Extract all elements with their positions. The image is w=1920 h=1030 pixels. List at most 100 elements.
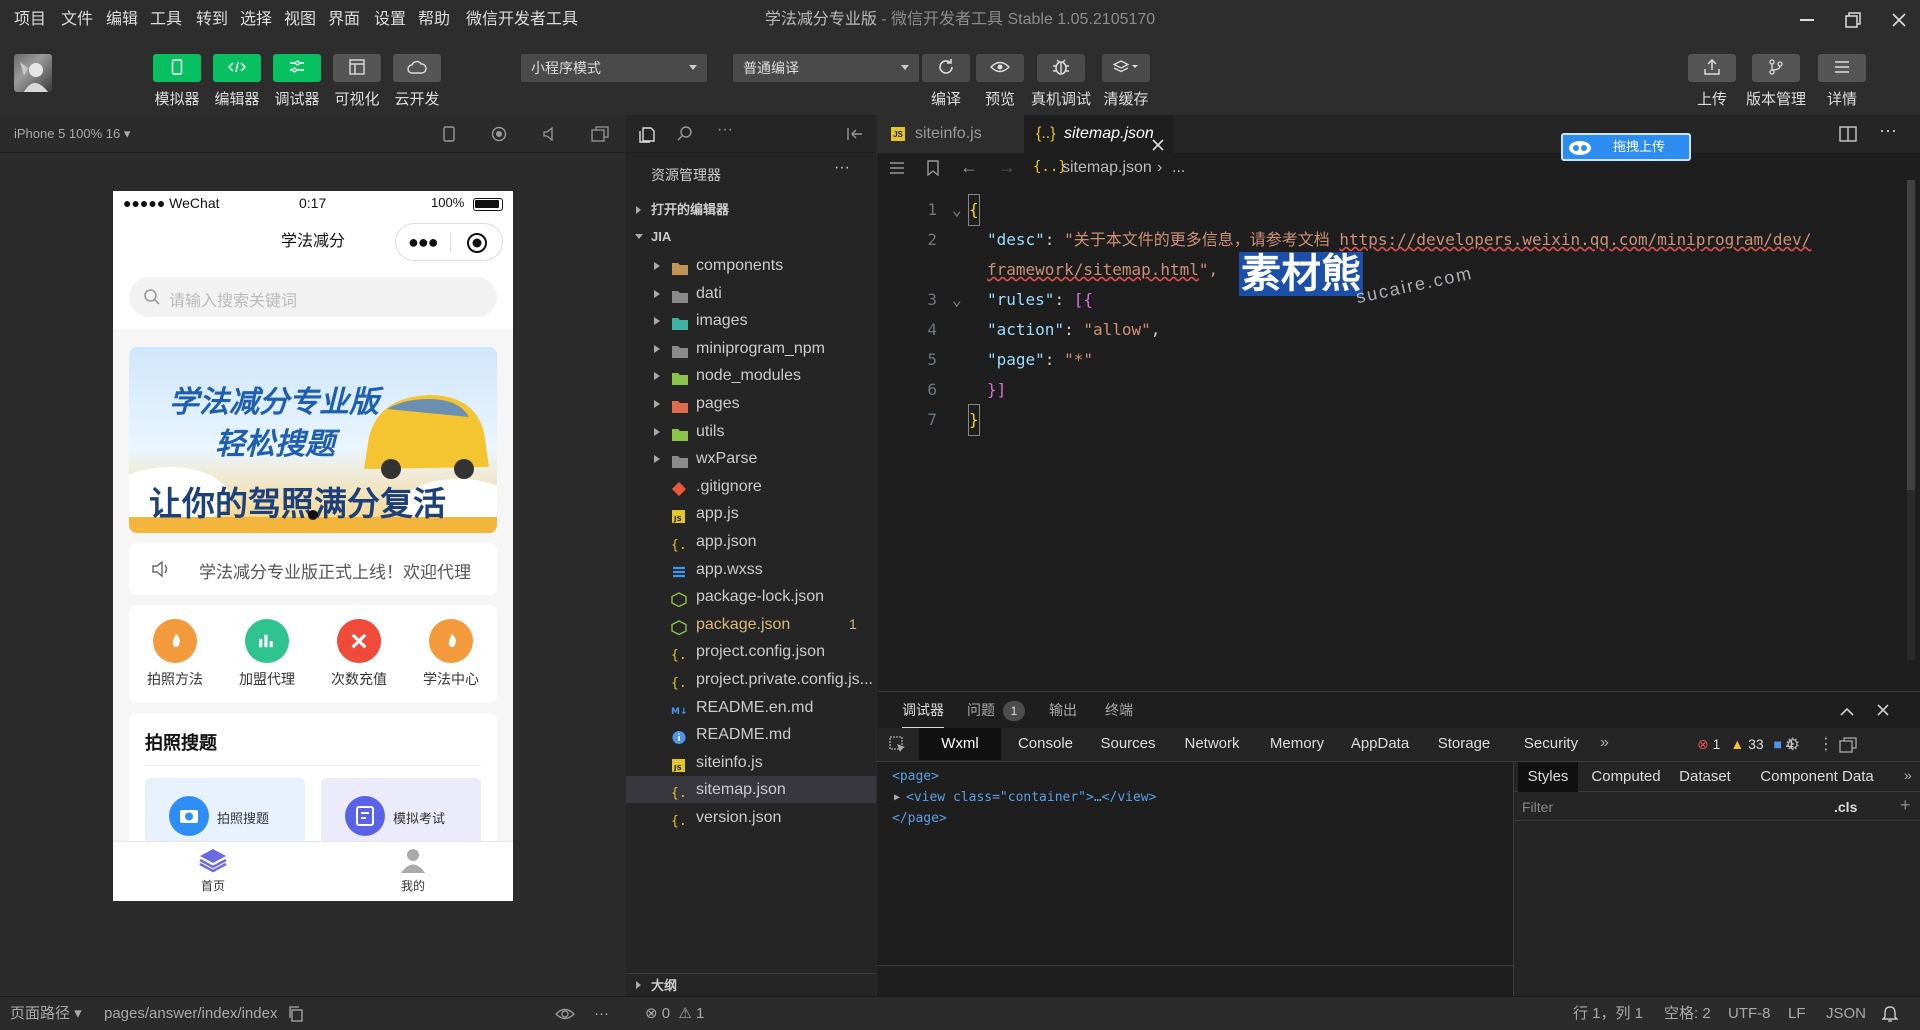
- bug-button[interactable]: [1037, 54, 1085, 82]
- menu-item[interactable]: 项目: [14, 0, 46, 40]
- notification-bell-icon[interactable]: [1881, 1005, 1899, 1026]
- wxml-view-node[interactable]: ▶ <view class="container">…</view>: [892, 787, 1156, 808]
- phone-toggle-icon[interactable]: [442, 126, 456, 145]
- folder-item[interactable]: utils: [626, 418, 876, 445]
- file-item[interactable]: app.wxss: [626, 556, 876, 583]
- add-rule-icon[interactable]: +: [1900, 795, 1911, 816]
- search-input[interactable]: 请输入搜索关键词: [129, 277, 497, 317]
- grid-item[interactable]: 加盟代理: [221, 615, 313, 695]
- files-icon[interactable]: [638, 125, 656, 146]
- panel-tab[interactable]: 终端: [1105, 692, 1133, 728]
- editor-scrollbar[interactable]: [1907, 180, 1915, 660]
- outline-section[interactable]: 大纲: [626, 973, 876, 996]
- inspect-icon[interactable]: [889, 736, 907, 757]
- devtools-tab-console[interactable]: Console: [1008, 728, 1083, 760]
- menu-item[interactable]: 微信开发者工具: [466, 0, 578, 40]
- encoding[interactable]: UTF-8: [1728, 997, 1771, 1030]
- settings-gear-icon[interactable]: ⚙: [1785, 735, 1800, 755]
- breadcrumb-symbol[interactable]: ...: [1172, 159, 1185, 177]
- devtools-tab-network[interactable]: Network: [1173, 728, 1251, 760]
- cls-toggle[interactable]: .cls: [1834, 799, 1857, 815]
- style-tab[interactable]: Computed: [1584, 762, 1668, 792]
- file-item[interactable]: JS siteinfo.js: [626, 749, 876, 776]
- branch-button[interactable]: [1752, 54, 1800, 82]
- menu-item[interactable]: 转到: [196, 0, 228, 40]
- menu-item[interactable]: 视图: [284, 0, 316, 40]
- folder-item[interactable]: miniprogram_npm: [626, 335, 876, 362]
- devtools-tab-wxml[interactable]: Wxml: [919, 728, 1001, 760]
- breadcrumb-file[interactable]: sitemap.json: [1062, 159, 1152, 177]
- debug-button[interactable]: [273, 54, 321, 82]
- more-actions-icon[interactable]: ···: [717, 121, 733, 139]
- layout-button[interactable]: [333, 54, 381, 82]
- code-button[interactable]: [213, 54, 261, 82]
- code-area[interactable]: 1 ⌄{ 2 "desc": "关于本文件的更多信息，请参考文档 https://…: [877, 194, 1920, 495]
- close-capsule-icon[interactable]: [466, 232, 488, 257]
- eye-button[interactable]: [976, 54, 1024, 82]
- wxml-tree[interactable]: <page> ▶ <view class="container">…</view>…: [892, 766, 1156, 829]
- menu-item[interactable]: 帮助: [418, 0, 450, 40]
- folder-item[interactable]: images: [626, 307, 876, 334]
- menu-item[interactable]: 工具: [150, 0, 182, 40]
- doc-link-1[interactable]: https://developers.weixin.qq.com/minipro…: [1339, 230, 1811, 249]
- menu-item[interactable]: 设置: [374, 0, 406, 40]
- collapse-panel-icon[interactable]: [846, 126, 864, 145]
- file-item[interactable]: {..} project.config.json: [626, 638, 876, 665]
- grid-item[interactable]: 次数充值: [313, 615, 405, 695]
- more-tabs-icon[interactable]: »: [1600, 734, 1609, 752]
- devtools-tab-memory[interactable]: Memory: [1258, 728, 1336, 760]
- folder-item[interactable]: components: [626, 252, 876, 279]
- mode-select[interactable]: 小程序模式: [521, 54, 707, 82]
- file-item[interactable]: README.md: [626, 721, 876, 748]
- sim-more-icon[interactable]: ···: [594, 997, 609, 1030]
- banner-image[interactable]: 学法减分专业版 轻松搜题 让你的驾照满分复活: [129, 347, 497, 533]
- panel-tab[interactable]: 调试器: [902, 692, 944, 728]
- folder-item[interactable]: wxParse: [626, 445, 876, 472]
- open-editors-section[interactable]: 打开的编辑器: [626, 197, 876, 223]
- cloud-button[interactable]: [393, 54, 441, 82]
- page-path-select[interactable]: 页面路径 ▾: [10, 997, 82, 1030]
- file-item[interactable]: M↓ README.en.md: [626, 694, 876, 721]
- line-ending[interactable]: LF: [1788, 997, 1806, 1030]
- problem-counts[interactable]: ⊗ 0 ⚠ 1: [645, 997, 704, 1030]
- style-tab[interactable]: Component Data: [1742, 762, 1892, 792]
- menu-item[interactable]: 选择: [240, 0, 272, 40]
- list-icon[interactable]: [889, 161, 905, 178]
- close-window-button[interactable]: [1876, 0, 1920, 40]
- volume-icon[interactable]: [542, 126, 558, 145]
- style-filter[interactable]: Filter .cls +: [1514, 793, 1920, 821]
- console-counts[interactable]: ⊗ 1 ▲ 33 ■ 4: [1697, 736, 1794, 753]
- indentation[interactable]: 空格: 2: [1664, 997, 1711, 1030]
- folder-item[interactable]: dati: [626, 280, 876, 307]
- maximize-button[interactable]: [1830, 0, 1876, 40]
- menu-button[interactable]: [1818, 54, 1866, 82]
- bookmark-icon[interactable]: [926, 160, 940, 179]
- close-panel-icon[interactable]: [1877, 703, 1889, 719]
- panel-tab[interactable]: 问题 1: [967, 692, 1025, 728]
- menu-item[interactable]: 编辑: [106, 0, 138, 40]
- upload-button[interactable]: [1688, 54, 1736, 82]
- file-item[interactable]: {..} project.private.config.js...: [626, 666, 876, 693]
- style-tab[interactable]: Styles: [1518, 762, 1578, 792]
- devtools-tab-sources[interactable]: Sources: [1087, 728, 1169, 760]
- more-icon[interactable]: ●●●: [408, 232, 439, 253]
- copy-icon[interactable]: [288, 1006, 304, 1025]
- layers-button[interactable]: [1102, 54, 1150, 82]
- devtools-tab-security[interactable]: Security: [1510, 728, 1592, 760]
- phone-button[interactable]: [153, 54, 201, 82]
- tab-sitemap[interactable]: {..} sitemap.json: [1024, 115, 1174, 153]
- language-mode[interactable]: JSON: [1826, 997, 1866, 1030]
- device-select[interactable]: iPhone 5 100% 16 ▾: [14, 115, 130, 153]
- grid-item[interactable]: 学法中心: [405, 615, 497, 695]
- refresh-button[interactable]: [922, 54, 970, 82]
- forward-icon[interactable]: →: [998, 157, 1016, 178]
- devtools-menu-icon[interactable]: ⋮: [1818, 734, 1834, 754]
- record-icon[interactable]: [491, 126, 507, 145]
- doc-link-2[interactable]: framework/sitemap.html: [987, 260, 1199, 279]
- workspace-root[interactable]: JIA: [626, 224, 876, 250]
- file-item[interactable]: package-lock.json: [626, 583, 876, 610]
- devtools-tab-storage[interactable]: Storage: [1424, 728, 1504, 760]
- tab-siteinfo[interactable]: JS siteinfo.js: [877, 115, 1024, 153]
- tab-home[interactable]: 首页: [163, 846, 263, 900]
- file-item[interactable]: .gitignore: [626, 473, 876, 500]
